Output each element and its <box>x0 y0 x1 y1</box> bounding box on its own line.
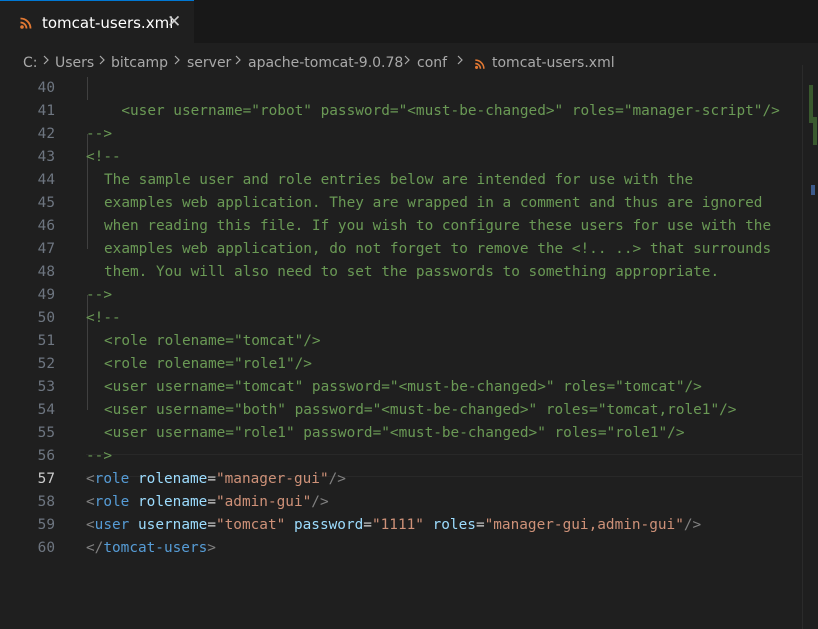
code-line: 51 <role rolename="role1"/> <box>0 307 802 372</box>
code-line: 45 when reading this file. If you wish t… <box>0 169 802 234</box>
code-line: 49 <!-- <box>0 261 802 326</box>
editor-scrollbar[interactable] <box>802 65 818 629</box>
code-line: 44 examples web application. They are wr… <box>0 146 802 211</box>
code-line: 42 <!-- <box>0 100 802 165</box>
code-line: 55 --> <box>0 399 802 464</box>
breadcrumb: C: Users bitcamp server apache-tomcat-9.… <box>0 43 818 71</box>
line-number: 60 <box>37 540 55 556</box>
code-line: 41 --> <box>0 77 802 142</box>
code-line: 53 <user username="both" password="<must… <box>0 353 802 418</box>
code-line: 58 <user username="tomcat" password="111… <box>0 468 802 533</box>
code-line: 50 <role rolename="tomcat"/> <box>0 284 802 349</box>
close-icon[interactable]: ✕ <box>167 12 181 32</box>
editor-tab-bar: tomcat-users.xml ✕ <box>0 0 818 43</box>
code-line: 48 --> <box>0 238 802 303</box>
code-line: 46 examples web application, do not forg… <box>0 192 802 257</box>
minimap-comment-marker <box>813 117 817 145</box>
tab-label: tomcat-users.xml <box>42 14 174 32</box>
minimap-selection-marker <box>811 185 815 195</box>
code-line: 60 <box>0 514 802 556</box>
rss-xml-file-icon <box>20 17 32 29</box>
code-line: 59 </tomcat-users> <box>0 491 802 556</box>
code-line-active: 57 <role rolename="admin-gui"/> <box>0 445 802 510</box>
code-line: 47 them. You will also need to set the p… <box>0 215 802 280</box>
line-content: </tomcat-users> <box>86 540 216 556</box>
tab-tomcat-users-xml[interactable]: tomcat-users.xml ✕ <box>0 0 194 43</box>
code-editor[interactable]: 40 <user username="robot" password="<mus… <box>0 65 818 629</box>
code-line: 43 The sample user and role entries belo… <box>0 123 802 188</box>
code-line: 52 <user username="tomcat" password="<mu… <box>0 330 802 395</box>
code-line: 40 <user username="robot" password="<mus… <box>0 65 802 119</box>
code-line: 54 <user username="role1" password="<mus… <box>0 376 802 441</box>
code-line: 56 <role rolename="manager-gui"/> <box>0 422 802 487</box>
